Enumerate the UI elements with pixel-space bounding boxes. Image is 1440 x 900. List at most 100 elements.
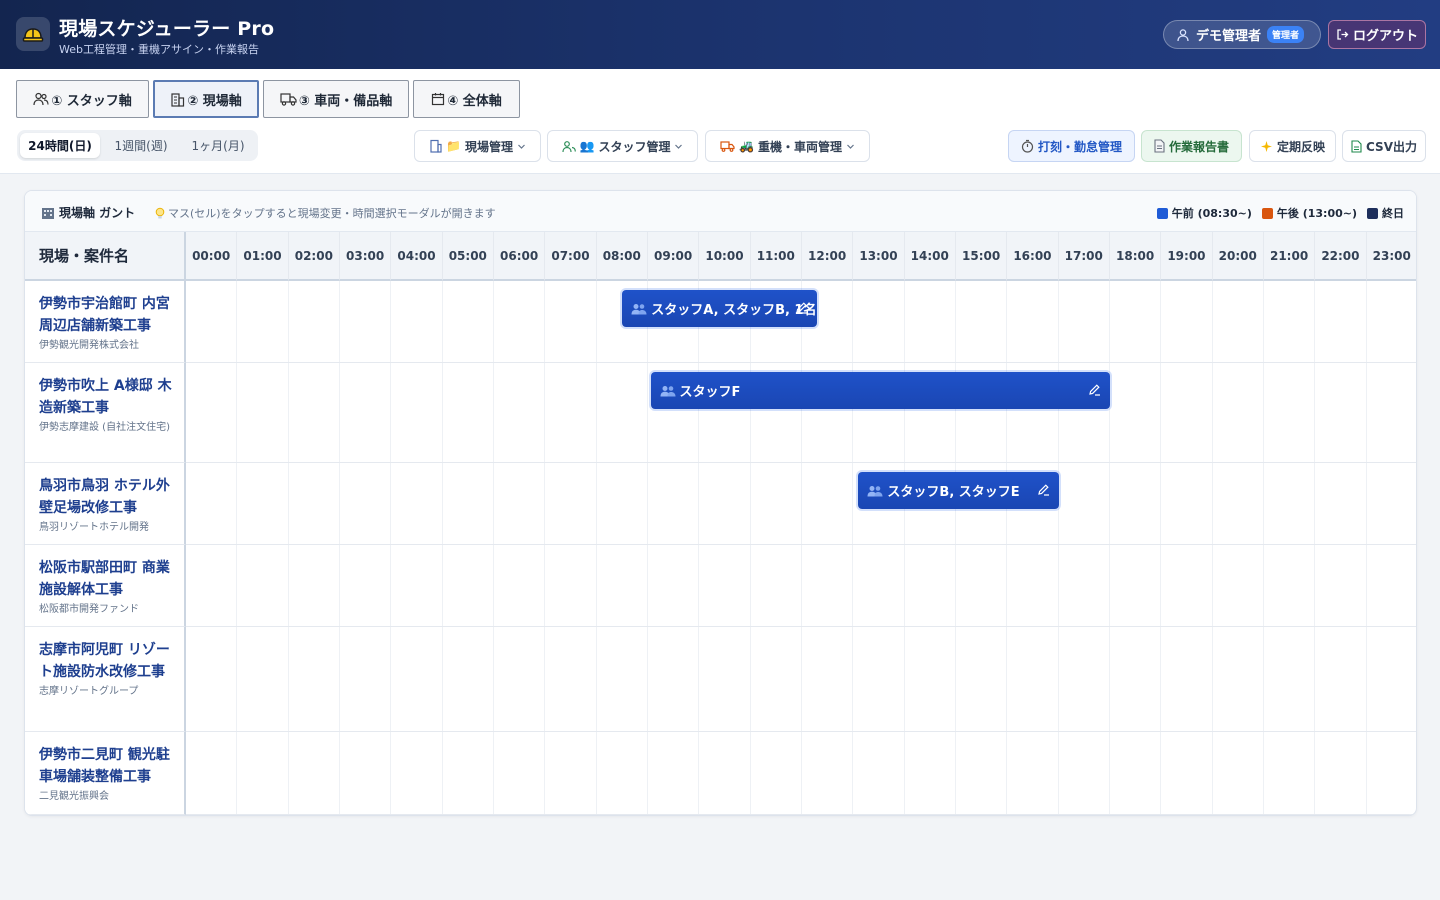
work-report-button[interactable]: 作業報告書 (1141, 130, 1242, 162)
time-cell[interactable] (289, 627, 340, 731)
time-cell[interactable] (1007, 281, 1059, 362)
time-cell[interactable] (1367, 732, 1416, 814)
time-cell[interactable] (802, 627, 854, 731)
time-cell[interactable] (1367, 281, 1416, 362)
time-cell[interactable] (1315, 732, 1367, 814)
site-row-label[interactable]: 伊勢市吹上 A様邸 木造新築工事 伊勢志摩建設 (自社注文住宅) (25, 363, 186, 463)
edit-pencil-icon[interactable] (1037, 483, 1051, 497)
time-cell[interactable] (289, 363, 340, 462)
time-cell[interactable] (186, 627, 238, 731)
time-cell[interactable] (443, 627, 494, 731)
time-cell[interactable] (1315, 463, 1367, 544)
attendance-button[interactable]: 打刻・勤怠管理 (1008, 130, 1135, 162)
time-cell[interactable] (237, 363, 289, 462)
time-cell[interactable] (289, 463, 340, 544)
time-cell[interactable] (802, 463, 854, 544)
time-cell[interactable] (853, 732, 905, 814)
time-cell[interactable] (956, 732, 1008, 814)
time-cell[interactable] (1110, 627, 1162, 731)
time-cell[interactable] (186, 732, 238, 814)
time-cell[interactable] (186, 545, 238, 626)
time-cell[interactable] (1161, 363, 1213, 462)
time-cell[interactable] (853, 627, 905, 731)
time-cell[interactable] (648, 732, 700, 814)
regular-apply-button[interactable]: 定期反映 (1249, 130, 1336, 162)
time-cell[interactable] (699, 463, 751, 544)
site-row-label[interactable]: 松阪市駅部田町 商業施設解体工事 松阪都市開発ファンド (25, 545, 186, 627)
time-cell[interactable] (699, 545, 751, 626)
time-cell[interactable] (443, 281, 494, 362)
time-cell[interactable] (340, 463, 392, 544)
user-menu[interactable]: デモ管理者 管理者 (1163, 20, 1321, 49)
time-cell[interactable] (597, 732, 648, 814)
time-cell[interactable] (1161, 545, 1213, 626)
vehicle-management-menu[interactable]: 🚜 重機・車両管理 (705, 130, 870, 162)
time-cell[interactable] (1367, 463, 1416, 544)
time-cell[interactable] (1161, 281, 1213, 362)
time-cell[interactable] (237, 281, 289, 362)
edit-pencil-icon[interactable] (795, 301, 809, 315)
time-cell[interactable] (545, 545, 597, 626)
time-cell[interactable] (597, 545, 648, 626)
time-cell[interactable] (905, 732, 956, 814)
time-cell[interactable] (1161, 627, 1213, 731)
time-cell[interactable] (494, 363, 546, 462)
time-cell[interactable] (340, 545, 392, 626)
time-cell[interactable] (289, 732, 340, 814)
time-cell[interactable] (340, 363, 392, 462)
time-cell[interactable] (1161, 732, 1213, 814)
time-cell[interactable] (1110, 281, 1162, 362)
time-cell[interactable] (648, 545, 700, 626)
time-cell[interactable] (1007, 545, 1059, 626)
time-cell[interactable] (905, 281, 956, 362)
time-cell[interactable] (494, 545, 546, 626)
logout-button[interactable]: ログアウト (1328, 20, 1426, 49)
time-cell[interactable] (1315, 363, 1367, 462)
tab-site-axis[interactable]: ② 現場軸 (153, 80, 259, 118)
time-cell[interactable] (1213, 627, 1264, 731)
assignment-bar[interactable]: スタッフA, スタッフB, 1名 (622, 290, 818, 327)
tab-staff-axis[interactable]: ① スタッフ軸 (16, 80, 149, 118)
time-cell[interactable] (1059, 732, 1110, 814)
time-cell[interactable] (699, 627, 751, 731)
time-cell[interactable] (1315, 627, 1367, 731)
time-cell[interactable] (1161, 463, 1213, 544)
time-cell[interactable] (1059, 545, 1110, 626)
staff-management-menu[interactable]: 👥 スタッフ管理 (547, 130, 698, 162)
time-cell[interactable] (802, 545, 854, 626)
time-cell[interactable] (905, 627, 956, 731)
time-cell[interactable] (1059, 627, 1110, 731)
time-cell[interactable] (1007, 732, 1059, 814)
time-cell[interactable] (340, 627, 392, 731)
time-cell[interactable] (186, 463, 238, 544)
time-cell[interactable] (186, 363, 238, 462)
time-cell[interactable] (751, 627, 802, 731)
time-cell[interactable] (1264, 281, 1316, 362)
period-week[interactable]: 1週間(週) (102, 133, 180, 158)
time-cell[interactable] (1264, 545, 1316, 626)
time-cell[interactable] (597, 363, 648, 462)
time-cell[interactable] (340, 732, 392, 814)
time-cell[interactable] (1315, 281, 1367, 362)
time-cell[interactable] (1007, 627, 1059, 731)
time-cell[interactable] (391, 627, 443, 731)
time-cell[interactable] (237, 627, 289, 731)
time-cell[interactable] (751, 545, 802, 626)
time-cell[interactable] (391, 363, 443, 462)
time-cell[interactable] (237, 545, 289, 626)
time-cell[interactable] (391, 545, 443, 626)
time-cell[interactable] (1367, 545, 1416, 626)
time-cell[interactable] (1367, 363, 1416, 462)
time-cell[interactable] (289, 545, 340, 626)
time-cell[interactable] (1315, 545, 1367, 626)
assignment-bar[interactable]: スタッフB, スタッフE (858, 472, 1059, 509)
csv-export-button[interactable]: CSV出力 (1342, 130, 1426, 162)
site-row-label[interactable]: 鳥羽市鳥羽 ホテル外壁足場改修工事 鳥羽リゾートホテル開発 (25, 463, 186, 545)
edit-pencil-icon[interactable] (1088, 383, 1102, 397)
time-cell[interactable] (237, 732, 289, 814)
time-cell[interactable] (853, 281, 905, 362)
time-cell[interactable] (905, 545, 956, 626)
time-cell[interactable] (1059, 281, 1110, 362)
time-cell[interactable] (545, 281, 597, 362)
time-cell[interactable] (1110, 545, 1162, 626)
